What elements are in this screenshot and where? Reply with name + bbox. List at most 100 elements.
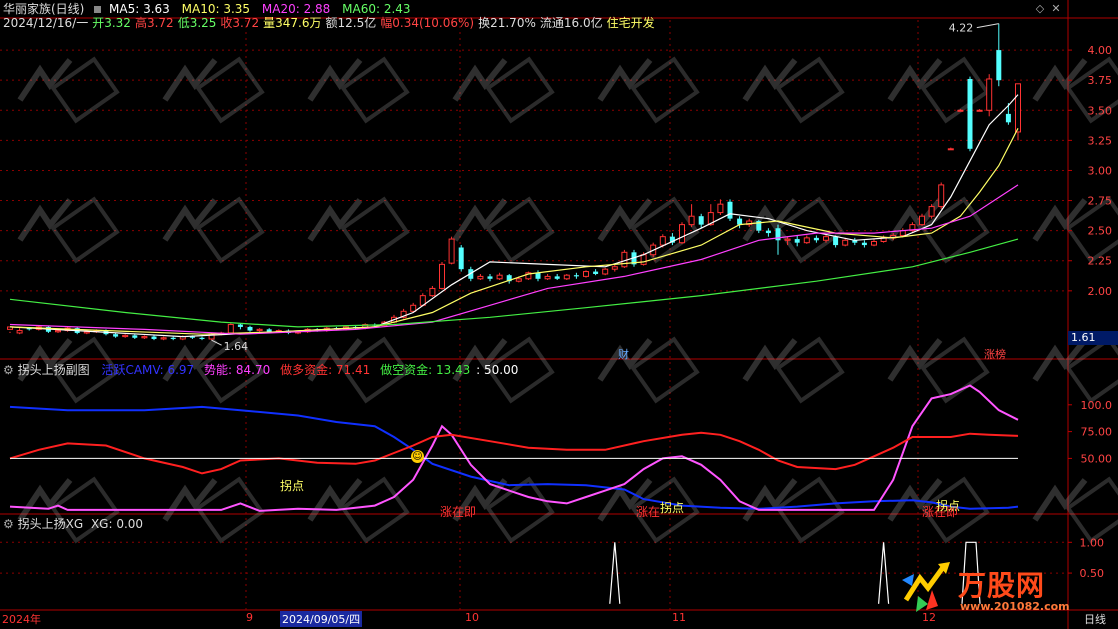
sub1-header: ⚙ 拐头上扬副图 活跃CAMV: 6.97 势能: 84.70 做多资金: 71… bbox=[3, 363, 518, 377]
price-tick-label: 3.50 bbox=[1088, 104, 1113, 117]
annotation-zhangzai-2: 涨在 bbox=[636, 505, 661, 519]
candle bbox=[986, 74, 993, 117]
candle bbox=[199, 336, 205, 341]
quote-item-4: 收3.72 bbox=[220, 16, 260, 30]
quote-item-1: 开3.32 bbox=[92, 16, 131, 30]
sub2-gear-icon[interactable]: ⚙ bbox=[3, 517, 14, 531]
candle-body bbox=[679, 224, 685, 244]
sub2-title[interactable]: 拐头上扬XG bbox=[18, 517, 84, 531]
candle-body bbox=[256, 328, 263, 332]
period-label[interactable]: 日线 bbox=[1084, 611, 1106, 627]
sub1-title[interactable]: 拐头上扬副图 bbox=[18, 363, 90, 377]
x-label-sep: 9 bbox=[246, 611, 253, 624]
candle-body bbox=[919, 215, 925, 226]
header-row-1: 华丽家族(日线) MA5: 3.63 MA10: 3.35 MA20: 2.88… bbox=[3, 2, 411, 16]
square-icon bbox=[94, 6, 102, 13]
candle bbox=[563, 273, 570, 280]
candle-body bbox=[698, 216, 704, 225]
legend-xg: XG: 0.00 bbox=[90, 517, 144, 531]
candle-body bbox=[986, 78, 993, 111]
candle-body bbox=[967, 78, 973, 149]
sub1-line-做多资金 bbox=[9, 431, 1019, 475]
candle-body bbox=[247, 326, 253, 331]
sub1-gear-icon[interactable]: ⚙ bbox=[3, 363, 14, 377]
close-icon[interactable]: ✕ bbox=[1050, 3, 1062, 15]
watermark-logo-text: 万股网 bbox=[958, 569, 1046, 602]
stock-title[interactable]: 华丽家族(日线) bbox=[3, 2, 84, 16]
quote-item-7: 幅0.34(10.06%) bbox=[380, 16, 475, 30]
candle bbox=[141, 335, 148, 339]
candle-body bbox=[688, 215, 695, 226]
quote-item-3: 低3.25 bbox=[177, 16, 217, 30]
quote-item-8: 换21.70% bbox=[478, 16, 536, 30]
sub2-tick-label: 1.00 bbox=[1080, 536, 1105, 549]
candle bbox=[458, 245, 464, 272]
candle-body bbox=[113, 334, 119, 337]
candle-body bbox=[496, 274, 503, 280]
candle-body bbox=[583, 271, 589, 277]
diamond-icon[interactable]: ◇ bbox=[1034, 3, 1046, 15]
candle-body bbox=[737, 218, 743, 225]
stock-chart-canvas[interactable]: 4.22 1.64 4.00 3.75 3.50 3.25 3.00 2.75 2.50 2.2… bbox=[0, 0, 1118, 629]
candle bbox=[554, 273, 560, 280]
sub1-tick-label: 100.0 bbox=[1081, 399, 1113, 412]
ma20-label: MA20: 2.88 bbox=[261, 2, 331, 16]
candle-body bbox=[861, 242, 867, 246]
sub2-tick-label: 0.50 bbox=[1080, 567, 1105, 580]
candle-body bbox=[621, 251, 628, 268]
candle bbox=[947, 147, 954, 151]
legend-shineng: 势能: 84.70 bbox=[204, 363, 271, 377]
ma-line-ma5 bbox=[9, 94, 1019, 338]
candle-body bbox=[535, 272, 541, 279]
candle bbox=[938, 182, 945, 209]
candle-body bbox=[602, 268, 609, 275]
candle-body bbox=[554, 276, 560, 279]
ma-legend: MA5: 3.63 MA10: 3.35 MA20: 2.88 MA60: 2.… bbox=[94, 2, 411, 16]
candle bbox=[122, 334, 129, 338]
annotation-guaidian-1: 拐点 bbox=[280, 479, 305, 493]
legend-kong: 做空资金: 13.43 bbox=[380, 363, 471, 377]
cursor-date-box: 2024/09/05/四 bbox=[280, 611, 363, 627]
candle-body bbox=[996, 50, 1002, 81]
candle bbox=[227, 323, 234, 335]
candle-body bbox=[938, 184, 945, 208]
candle-body bbox=[1005, 113, 1011, 123]
candle-body bbox=[170, 337, 176, 339]
legend-baseline: : 50.00 bbox=[476, 363, 519, 377]
candle-body bbox=[199, 337, 205, 339]
candle bbox=[256, 328, 263, 332]
watermark-tile bbox=[597, 56, 700, 124]
candle-body bbox=[227, 324, 234, 334]
candle-body bbox=[833, 236, 839, 246]
price-tick-label: 2.50 bbox=[1088, 225, 1113, 238]
price-tick-label: 4.00 bbox=[1088, 44, 1113, 57]
candle bbox=[506, 273, 512, 284]
candle-body bbox=[448, 238, 455, 264]
candle-body bbox=[823, 236, 829, 241]
candle bbox=[448, 236, 455, 265]
watermark-arrows-icon bbox=[902, 562, 950, 612]
candle bbox=[871, 239, 877, 247]
legend-duo: 做多资金: 71.41 bbox=[280, 363, 371, 377]
event-marker-cai[interactable]: 财 bbox=[618, 346, 629, 362]
candle-body bbox=[122, 334, 129, 338]
price-tick-label: 3.25 bbox=[1088, 134, 1113, 147]
sub1-line-活跃CAMV bbox=[9, 405, 1019, 510]
candle-body bbox=[717, 203, 724, 214]
candle bbox=[765, 228, 771, 237]
candle-body bbox=[83, 331, 90, 334]
annotation-guaidian-2: 拐点 bbox=[660, 501, 685, 515]
candle bbox=[727, 199, 733, 222]
event-marker-zhangbang[interactable]: 涨榜 bbox=[984, 346, 1006, 362]
candle bbox=[775, 224, 781, 255]
sub1-line-势能 bbox=[9, 384, 1019, 512]
candle-body bbox=[16, 330, 23, 334]
high-pointer bbox=[976, 23, 999, 29]
watermark-tile bbox=[597, 336, 700, 404]
quote-item-5: 量347.6万 bbox=[263, 16, 322, 30]
candle bbox=[496, 272, 503, 280]
candle bbox=[113, 332, 119, 338]
candle-body bbox=[1015, 83, 1021, 133]
candle-body bbox=[544, 275, 551, 280]
candle bbox=[247, 325, 253, 332]
